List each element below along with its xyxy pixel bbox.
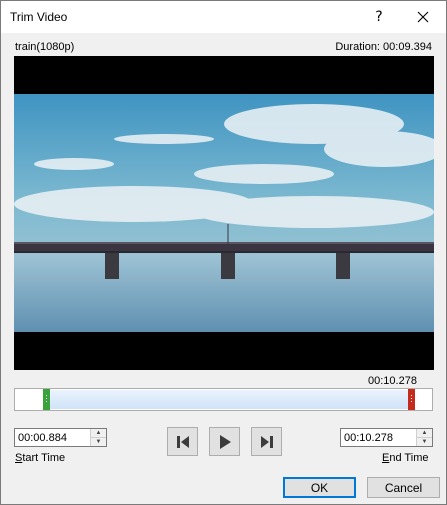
end-time-input[interactable] bbox=[341, 429, 418, 446]
play-icon bbox=[219, 434, 231, 449]
start-time-spin-buttons: ▲ ▼ bbox=[90, 429, 106, 446]
end-time-label: End Time bbox=[382, 452, 428, 464]
cancel-button[interactable]: Cancel bbox=[367, 477, 440, 498]
end-time-spinner[interactable]: ▲ ▼ bbox=[340, 428, 433, 447]
close-icon bbox=[417, 11, 429, 23]
start-time-input[interactable] bbox=[15, 429, 92, 446]
start-time-spinner[interactable]: ▲ ▼ bbox=[14, 428, 107, 447]
trim-selection bbox=[47, 390, 411, 409]
title-bar: Trim Video ? bbox=[1, 1, 446, 33]
previous-frame-icon bbox=[176, 435, 189, 448]
end-time-up-button[interactable]: ▲ bbox=[417, 429, 432, 438]
start-time-down-button[interactable]: ▼ bbox=[91, 438, 106, 446]
video-name: train(1080p) bbox=[15, 41, 75, 53]
video-frame bbox=[14, 94, 434, 332]
next-frame-icon bbox=[260, 435, 273, 448]
end-time-spin-buttons: ▲ ▼ bbox=[416, 429, 432, 446]
trim-timeline[interactable] bbox=[14, 388, 433, 411]
end-time-label-text: nd Time bbox=[389, 452, 429, 464]
timeline-position: 00:10.278 bbox=[368, 375, 417, 387]
start-time-label: Start Time bbox=[15, 452, 65, 464]
help-icon: ? bbox=[375, 9, 383, 25]
next-frame-button[interactable] bbox=[251, 427, 282, 456]
close-button[interactable] bbox=[406, 1, 440, 33]
play-button[interactable] bbox=[209, 427, 240, 456]
start-time-up-button[interactable]: ▲ bbox=[91, 429, 106, 438]
duration-label: Duration: 00:09.394 bbox=[335, 41, 432, 53]
previous-frame-button[interactable] bbox=[167, 427, 198, 456]
trim-video-dialog: Trim Video ? train(1080p) Duration: 00:0… bbox=[0, 0, 447, 505]
end-trim-handle[interactable] bbox=[408, 389, 415, 410]
start-trim-handle[interactable] bbox=[43, 389, 50, 410]
video-preview[interactable] bbox=[14, 56, 434, 370]
end-time-down-button[interactable]: ▼ bbox=[417, 438, 432, 446]
start-time-label-text: tart Time bbox=[22, 452, 66, 464]
ok-button[interactable]: OK bbox=[283, 477, 356, 498]
dialog-title: Trim Video bbox=[10, 10, 68, 24]
help-button[interactable]: ? bbox=[362, 1, 396, 33]
